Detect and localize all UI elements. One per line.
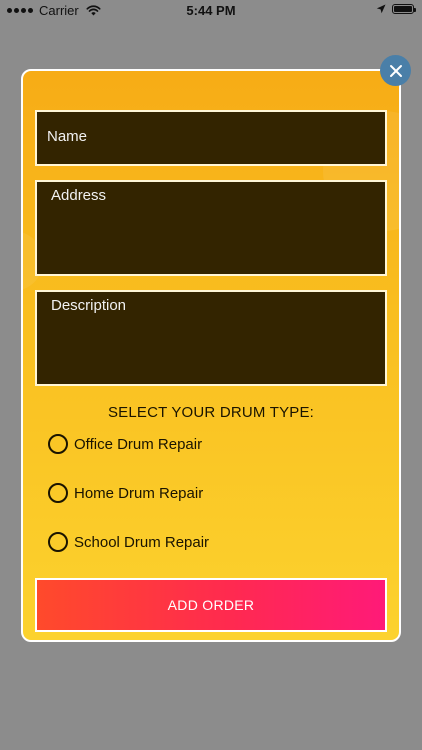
radio-unselected-icon	[48, 434, 68, 454]
close-button[interactable]	[380, 55, 411, 86]
close-icon	[389, 64, 402, 77]
description-field[interactable]: Description	[35, 290, 387, 386]
status-right	[376, 4, 416, 14]
name-placeholder: Name	[47, 128, 88, 145]
status-bar: Carrier 5:44 PM	[0, 0, 422, 22]
radio-office-drum-repair[interactable]: Office Drum Repair	[48, 434, 202, 454]
location-arrow-icon	[376, 4, 386, 14]
radio-unselected-icon	[48, 532, 68, 552]
order-modal: Name Address Description SELECT YOUR DRU…	[21, 69, 401, 642]
battery-level	[394, 6, 412, 12]
name-field[interactable]: Name	[35, 110, 387, 166]
radio-unselected-icon	[48, 483, 68, 503]
radio-school-drum-repair[interactable]: School Drum Repair	[48, 532, 209, 552]
radio-label: Home Drum Repair	[74, 484, 204, 502]
description-placeholder: Description	[51, 297, 127, 314]
radio-home-drum-repair[interactable]: Home Drum Repair	[48, 483, 203, 503]
drum-type-title: SELECT YOUR DRUM TYPE:	[107, 404, 315, 421]
add-order-button[interactable]: ADD ORDER	[35, 578, 387, 632]
address-placeholder: Address	[51, 187, 107, 204]
address-field[interactable]: Address	[35, 180, 387, 276]
battery-icon	[392, 4, 416, 14]
status-time: 5:44 PM	[186, 3, 236, 18]
radio-label: School Drum Repair	[74, 533, 210, 551]
radio-label: Office Drum Repair	[74, 435, 203, 453]
